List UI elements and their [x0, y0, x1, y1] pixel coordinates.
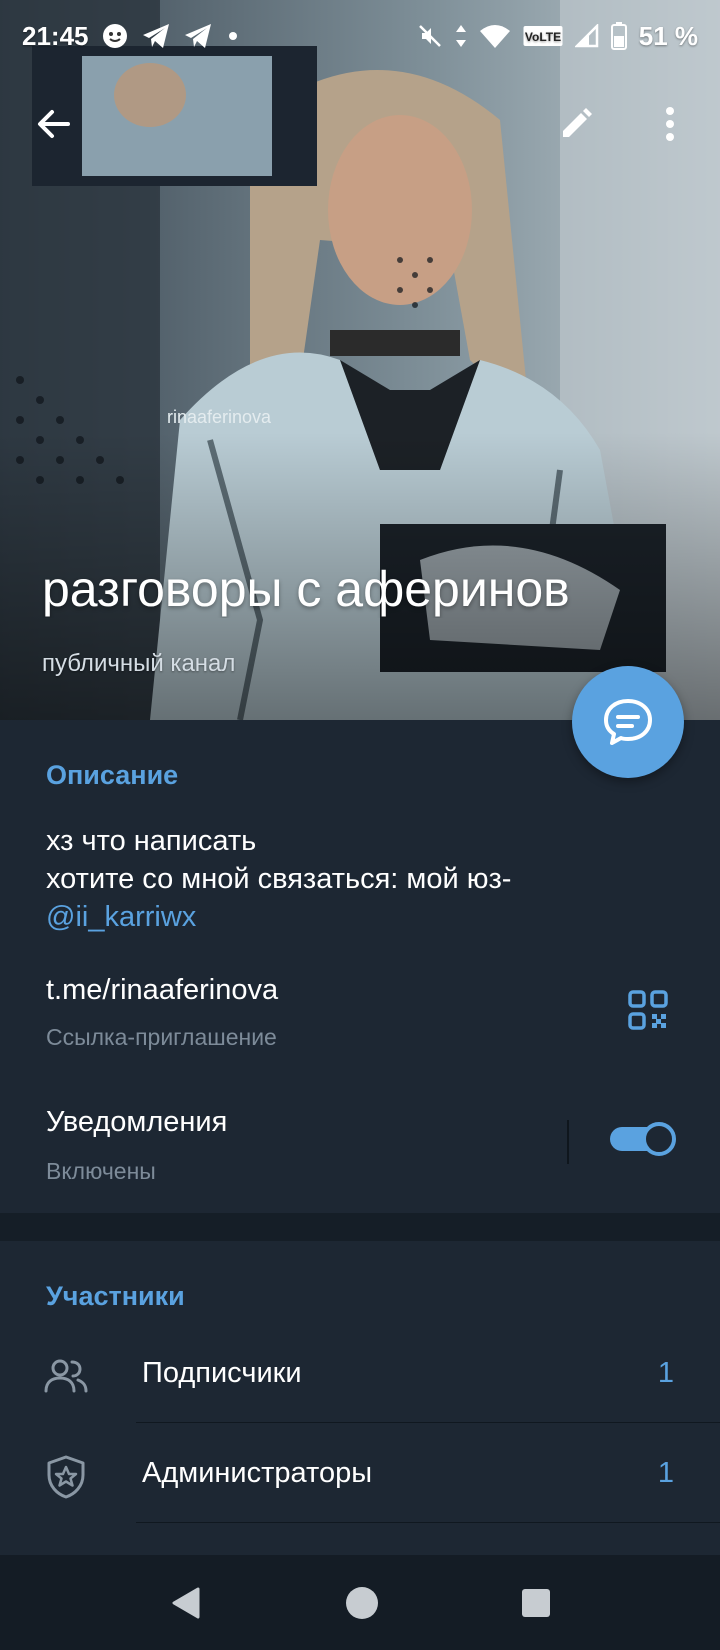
battery-icon [610, 22, 627, 50]
discussion-button[interactable] [572, 666, 684, 778]
channel-type: публичный канал [42, 650, 236, 677]
people-icon [44, 1359, 88, 1393]
wifi-icon [479, 23, 511, 49]
arrow-left-icon [38, 110, 70, 138]
subscribers-row[interactable]: Подписчики 1 [0, 1323, 720, 1423]
description-line: хз что написать [46, 825, 257, 857]
clock: 21:45 [22, 20, 89, 51]
edit-button[interactable] [548, 96, 604, 152]
pencil-icon [563, 108, 592, 137]
recents-square-icon[interactable] [520, 1587, 552, 1619]
notifications-state: Включены [46, 1158, 156, 1184]
back-button[interactable] [26, 96, 82, 152]
toggle-knob [642, 1122, 676, 1156]
telegram-icon [183, 22, 213, 50]
administrators-row[interactable]: Администраторы 1 [0, 1423, 720, 1523]
signal-icon [574, 24, 599, 48]
chat-bubble-icon [604, 699, 652, 745]
row-separator [567, 1120, 569, 1164]
qr-code-button[interactable] [628, 990, 672, 1034]
status-bar: 21:45 VoLTE 51 % [0, 0, 720, 72]
more-vertical-icon [666, 107, 674, 141]
qr-code-icon [628, 990, 668, 1030]
more-button[interactable] [642, 96, 698, 152]
section-divider [0, 1213, 720, 1241]
description-line: хотите со мной связаться: мой юз- [46, 863, 512, 895]
mute-icon [417, 23, 443, 49]
channel-description: хз что написать хотите со мной связаться… [46, 822, 511, 936]
subscribers-label: Подписчики [142, 1357, 302, 1389]
notifications-toggle[interactable] [610, 1122, 678, 1156]
description-heading: Описание [46, 760, 179, 790]
home-circle-icon[interactable] [344, 1585, 380, 1621]
members-heading: Участники [46, 1281, 185, 1311]
system-navigation-bar [0, 1555, 720, 1650]
members-section: Участники Подписчики 1 Администраторы 1 [0, 1241, 720, 1555]
administrators-count: 1 [657, 1457, 674, 1489]
volte-badge: VoLTE [523, 25, 563, 47]
administrators-label: Администраторы [142, 1457, 373, 1489]
notifications-label: Уведомления [46, 1106, 228, 1138]
data-arrows-icon [455, 23, 467, 49]
telegram-icon [141, 22, 171, 50]
channel-title: разговоры с аферинов [42, 561, 570, 617]
notification-dot-icon [225, 28, 241, 44]
smiley-icon [101, 22, 129, 50]
invite-link[interactable]: t.me/rinaaferinova [46, 974, 278, 1007]
invite-link-caption: Ссылка-приглашение [46, 1024, 277, 1050]
channel-header: rinaaferinova 21:45 [0, 0, 720, 720]
svg-text:VoLTE: VoLTE [525, 30, 561, 44]
subscribers-count: 1 [657, 1357, 674, 1389]
battery-percent: 51 % [638, 20, 698, 51]
shield-star-icon [47, 1455, 85, 1499]
mention-link[interactable]: @ii_karriwx [46, 898, 511, 936]
list-divider [136, 1522, 720, 1523]
back-triangle-icon[interactable] [168, 1585, 204, 1621]
